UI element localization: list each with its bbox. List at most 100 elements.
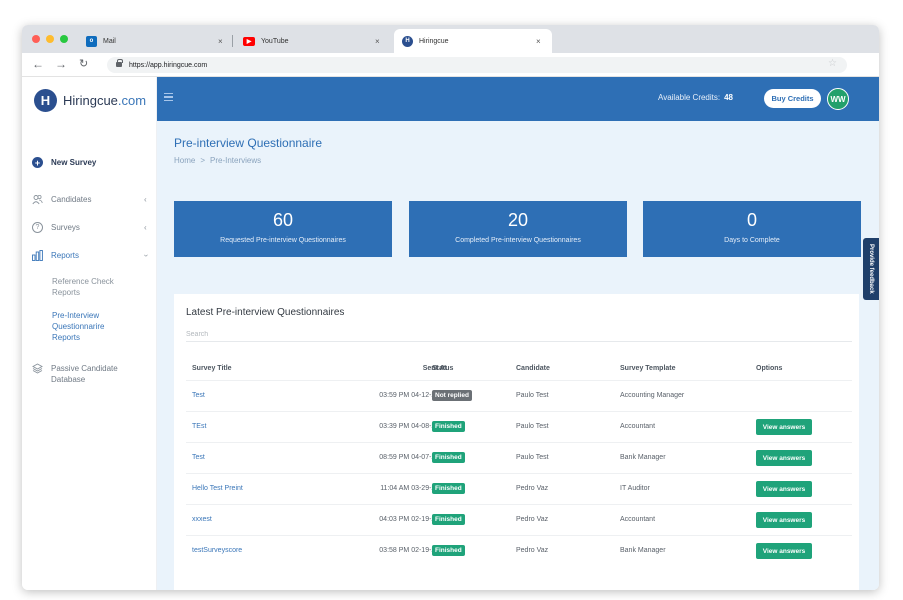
template-cell: Accountant	[620, 516, 656, 523]
template-cell: Bank Manager	[620, 454, 666, 461]
close-tab-icon[interactable]: ×	[218, 37, 223, 46]
app-header: Available Credits: 48 Buy Credits WW	[157, 77, 879, 121]
questionnaires-card: Latest Pre-interview Questionnaires Surv…	[174, 294, 859, 590]
browser-window: o Mail × ▶ YouTube × H Hiringcue × ← → ↻…	[22, 25, 879, 590]
stat-card-requested: 60 Requested Pre-interview Questionnaire…	[174, 201, 392, 257]
stat-label: Requested Pre-interview Questionnaires	[220, 237, 346, 244]
template-cell: Accounting Manager	[620, 392, 685, 399]
database-icon	[32, 363, 43, 374]
close-window-button[interactable]	[32, 35, 40, 43]
survey-title-link[interactable]: Test	[192, 454, 205, 461]
buy-credits-button[interactable]: Buy Credits	[764, 89, 821, 108]
status-badge: Not replied	[432, 390, 472, 401]
table-row: Test 03:59 PM 04-12-2021 Not replied Paulo …	[186, 380, 852, 411]
close-tab-icon[interactable]: ×	[375, 37, 380, 46]
table-row: Hello Test Preint 11:04 AM 03-29-2021 Fini…	[186, 473, 852, 504]
column-header-template: Survey Template	[620, 365, 676, 372]
user-avatar[interactable]: WW	[827, 88, 849, 110]
sidebar-item-new-survey[interactable]: + New Survey	[32, 157, 96, 168]
back-arrow-icon[interactable]: ←	[32, 57, 44, 71]
table-row: TEst 03:39 PM 04-08-2021 Finished Paulo Tes…	[186, 411, 852, 442]
candidate-cell: Pedro Vaz	[516, 485, 549, 492]
view-answers-button[interactable]: View answers	[756, 481, 812, 497]
survey-title-link[interactable]: TEst	[192, 423, 206, 430]
outlook-icon: o	[86, 35, 97, 47]
status-badge: Finished	[432, 514, 465, 525]
menu-hamburger-icon[interactable]	[164, 93, 173, 101]
tab-bar: o Mail × ▶ YouTube × H Hiringcue ×	[22, 25, 879, 53]
reload-icon[interactable]: ↻	[79, 57, 88, 70]
breadcrumb-separator-icon: >	[200, 156, 206, 165]
main-content: Pre-interview Questionnaire Home > Pre-Int…	[157, 121, 879, 590]
bar-chart-icon	[32, 250, 43, 261]
column-header-candidate: Candidate	[516, 365, 550, 372]
sidebar-item-label: Surveys	[51, 223, 80, 232]
stat-value: 60	[272, 210, 294, 230]
page-title: Pre-interview Questionnaire	[174, 136, 323, 150]
youtube-icon: ▶	[243, 36, 255, 46]
status-badge: Finished	[432, 421, 465, 432]
credits-value: 48	[724, 93, 734, 102]
sidebar-item-label: Reports	[51, 251, 80, 260]
survey-title-link[interactable]: xxxest	[192, 516, 212, 523]
survey-title-link[interactable]: Hello Test Preint	[192, 485, 243, 492]
stat-label: Days to Complete	[724, 237, 780, 244]
bookmark-star-icon[interactable]: ☆	[828, 58, 837, 69]
status-badge: Finished	[432, 452, 465, 463]
tab-label: Mail	[103, 37, 116, 45]
url-field[interactable]: https://app.hiringcue.com	[107, 57, 847, 73]
template-cell: IT Auditor	[620, 485, 650, 492]
survey-title-link[interactable]: testSurveyscore	[192, 547, 242, 554]
tab-label: YouTube	[261, 37, 289, 45]
view-answers-button[interactable]: View answers	[756, 543, 812, 559]
tab-youtube[interactable]: ▶ YouTube	[235, 29, 395, 53]
search-input[interactable]	[186, 328, 852, 342]
sidebar-subitem-reference-check[interactable]: Reference Check Reports	[52, 276, 132, 298]
column-header-options: Options	[756, 365, 783, 372]
table-row: testSurveyscore 03:58 PM 02-19-2021 Finish…	[186, 535, 852, 566]
survey-title-link[interactable]: Test	[192, 392, 205, 399]
minimize-window-button[interactable]	[46, 35, 54, 43]
stat-label: Completed Pre-interview Questionnaires	[455, 237, 581, 244]
sidebar-item-label: Candidates	[51, 195, 92, 204]
address-bar: ← → ↻ https://app.hiringcue.com ☆	[22, 53, 879, 77]
tab-hiringcue[interactable]: H Hiringcue	[394, 29, 552, 53]
column-header-status: Status	[432, 365, 454, 372]
candidate-cell: Paulo Test	[516, 423, 549, 430]
view-answers-button[interactable]: View answers	[756, 419, 812, 435]
brand-name: Hiringcue.com	[63, 93, 147, 108]
provide-feedback-tab[interactable]: Provide feedback	[863, 238, 879, 300]
tab-divider	[232, 35, 233, 47]
tab-label: Hiringcue	[419, 37, 449, 45]
sidebar-item-label: New Survey	[51, 158, 97, 167]
chevron-down-icon: ‹	[140, 254, 150, 257]
maximize-window-button[interactable]	[60, 35, 68, 43]
users-icon	[32, 194, 43, 205]
sidebar-item-reports[interactable]: Reports ‹	[32, 250, 150, 261]
question-circle-icon: ?	[32, 222, 43, 233]
card-title: Latest Pre-interview Questionnaires	[186, 307, 345, 318]
sidebar-item-surveys[interactable]: ? Surveys ‹	[32, 222, 147, 233]
status-badge: Finished	[432, 545, 465, 556]
brand-logo[interactable]: H Hiringcue.com	[34, 89, 146, 112]
candidate-cell: Pedro Vaz	[516, 516, 549, 523]
chevron-left-icon: ‹	[144, 195, 147, 204]
candidate-cell: Paulo Test	[516, 454, 549, 461]
forward-arrow-icon[interactable]: →	[55, 57, 67, 71]
breadcrumb-home[interactable]: Home	[174, 156, 195, 165]
sidebar-item-candidates[interactable]: Candidates ‹	[32, 194, 147, 205]
sidebar-item-label: Passive Candidate Database	[51, 364, 118, 384]
hiringcue-icon: H	[402, 35, 413, 47]
stat-value: 0	[746, 210, 757, 230]
stat-value: 20	[507, 210, 529, 230]
sidebar: H Hiringcue.com + New Survey Candidates …	[22, 77, 157, 590]
close-tab-icon[interactable]: ×	[536, 37, 541, 46]
view-answers-button[interactable]: View answers	[756, 512, 812, 528]
tab-mail[interactable]: o Mail	[78, 29, 228, 53]
breadcrumb: Home > Pre-Interviews	[174, 156, 261, 165]
sidebar-item-passive-db[interactable]: Passive Candidate Database	[32, 363, 131, 385]
sidebar-subitem-pre-interview[interactable]: Pre-Interview Questionnarire Reports	[52, 310, 132, 343]
view-answers-button[interactable]: View answers	[756, 450, 812, 466]
chevron-left-icon: ‹	[144, 223, 147, 232]
candidate-cell: Paulo Test	[516, 392, 549, 399]
